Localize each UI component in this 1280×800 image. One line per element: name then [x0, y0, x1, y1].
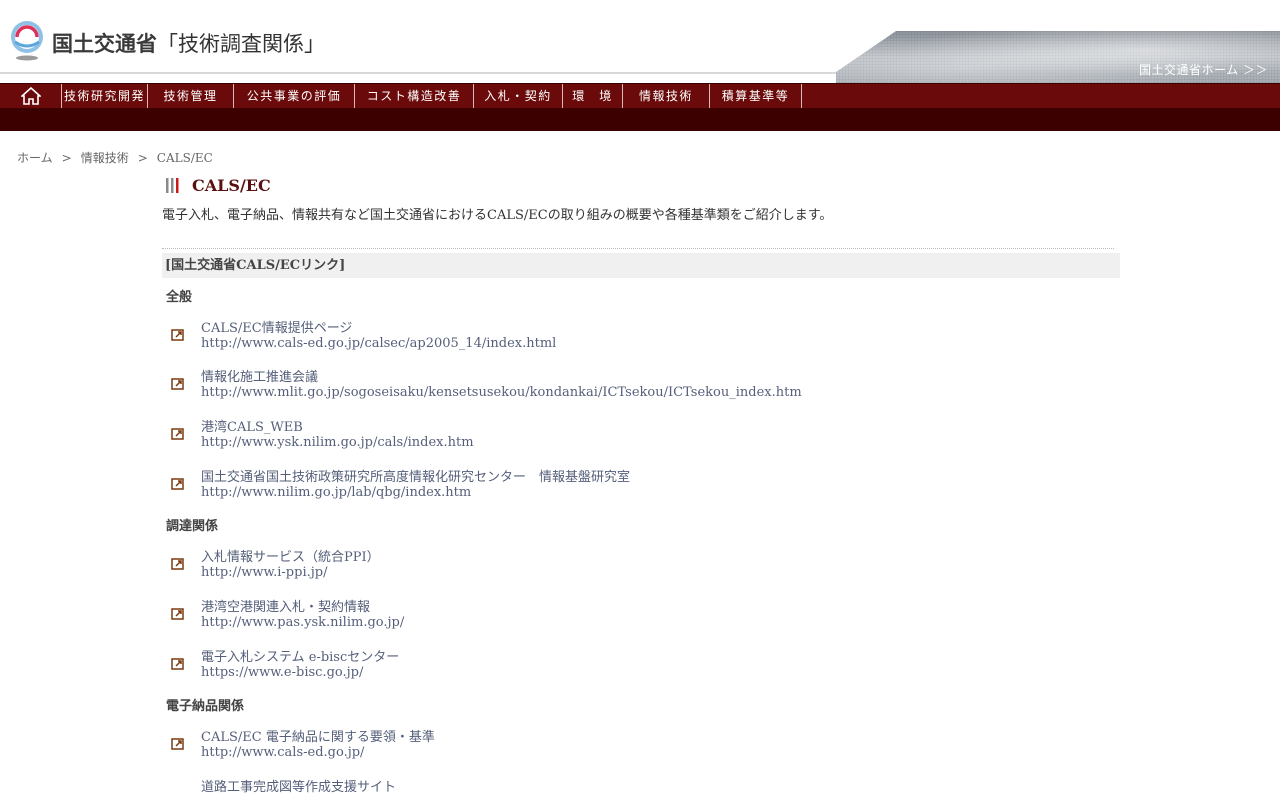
link-item: 港湾CALS_WEB http://www.ysk.nilim.go.jp/ca… — [170, 416, 1070, 456]
external-link-icon — [171, 738, 184, 750]
nav-item-bidding-contract[interactable]: 入札・契約 — [474, 84, 563, 108]
nav-item-environment[interactable]: 環 境 — [563, 84, 623, 108]
page-intro: 電子入札、電子納品、情報共有など国土交通省におけるCALS/ECの取り組みの概要… — [162, 208, 833, 223]
link-url[interactable]: http://www.cals-ed.go.jp/ — [201, 745, 364, 760]
link-url[interactable]: http://www.nilim.go.jp/lab/qbg/index.htm — [201, 485, 471, 500]
group-heading-general: 全般 — [166, 290, 193, 305]
link-title[interactable]: 電子入札システム e-biscセンター — [201, 646, 399, 665]
nav-item-public-works-evaluation[interactable]: 公共事業の評価 — [234, 84, 355, 108]
section-heading: [国土交通省CALS/ECリンク] — [162, 253, 1120, 278]
link-url[interactable]: https://www.e-bisc.go.jp/ — [201, 665, 363, 680]
group-heading-e-delivery: 電子納品関係 — [166, 699, 245, 714]
divider — [162, 248, 1114, 249]
global-nav: 技術研究開発 技術管理 公共事業の評価 コスト構造改善 入札・契約 環 境 情報… — [0, 83, 1280, 108]
breadcrumb-separator: > — [61, 151, 72, 165]
breadcrumb: ホーム > 情報技術 > CALS/EC — [17, 149, 213, 166]
link-title[interactable]: CALS/EC情報提供ページ — [201, 317, 352, 336]
link-url[interactable]: http://www.ysk.nilim.go.jp/cals/index.ht… — [201, 435, 474, 450]
title-bars-icon — [166, 178, 179, 193]
link-title[interactable]: 港湾CALS_WEB — [201, 416, 303, 435]
site-title[interactable]: 国土交通省「技術調査関係」 — [52, 28, 325, 58]
link-item: CALS/EC 電子納品に関する要領・基準 http://www.cals-ed… — [170, 726, 1070, 766]
nav-home-button[interactable] — [0, 84, 62, 108]
external-link-icon — [171, 658, 184, 670]
home-icon — [21, 87, 41, 105]
link-title[interactable]: 道路工事完成図等作成支援サイト — [201, 776, 396, 795]
group-heading-procurement: 調達関係 — [166, 519, 219, 534]
link-title[interactable]: 港湾空港関連入札・契約情報 — [201, 596, 370, 615]
link-url[interactable]: http://www.pas.ysk.nilim.go.jp/ — [201, 615, 404, 630]
nav-item-estimation-standards[interactable]: 積算基準等 — [710, 84, 802, 108]
link-item: 港湾空港関連入札・契約情報 http://www.pas.ysk.nilim.g… — [170, 596, 1070, 636]
link-title[interactable]: 国土交通省国土技術政策研究所高度情報化研究センター 情報基盤研究室 — [201, 466, 630, 485]
link-item: 国土交通省国土技術政策研究所高度情報化研究センター 情報基盤研究室 http:/… — [170, 466, 1070, 506]
link-item: 入札情報サービス（統合PPI） http://www.i-ppi.jp/ — [170, 546, 1070, 586]
sub-nav-bar — [0, 108, 1280, 131]
link-title[interactable]: 入札情報サービス（統合PPI） — [201, 546, 380, 565]
mlit-home-link[interactable]: 国土交通省ホーム ＞＞ — [1139, 61, 1268, 78]
link-url[interactable]: http://www.mlit.go.jp/sogoseisaku/kenset… — [201, 385, 802, 400]
page-title: CALS/EC — [192, 176, 271, 195]
mlit-logo-icon[interactable] — [9, 20, 45, 62]
nav-item-information-technology[interactable]: 情報技術 — [623, 84, 710, 108]
link-title[interactable]: CALS/EC 電子納品に関する要領・基準 — [201, 726, 435, 745]
link-item: 情報化施工推進会議 http://www.mlit.go.jp/sogoseis… — [170, 366, 1070, 406]
nav-item-research[interactable]: 技術研究開発 — [62, 84, 148, 108]
link-title[interactable]: 情報化施工推進会議 — [201, 366, 318, 385]
external-link-icon — [171, 608, 184, 620]
breadcrumb-current: CALS/EC — [156, 151, 213, 165]
external-link-icon — [171, 558, 184, 570]
link-item: 道路工事完成図等作成支援サイト — [170, 776, 1070, 800]
external-link-icon — [171, 428, 184, 440]
breadcrumb-parent-link[interactable]: 情報技術 — [81, 151, 129, 165]
link-item: CALS/EC情報提供ページ http://www.cals-ed.go.jp/… — [170, 317, 1070, 357]
nav-item-cost-reform[interactable]: コスト構造改善 — [355, 84, 474, 108]
external-link-icon — [171, 329, 184, 341]
link-url[interactable]: http://www.cals-ed.go.jp/calsec/ap2005_1… — [201, 336, 556, 351]
external-link-icon — [171, 478, 184, 490]
nav-item-tech-management[interactable]: 技術管理 — [148, 84, 234, 108]
site-title-main: 国土交通省 — [52, 32, 157, 56]
site-title-sub: 「技術調査関係」 — [157, 32, 325, 56]
link-url[interactable]: http://www.i-ppi.jp/ — [201, 565, 327, 580]
breadcrumb-home-link[interactable]: ホーム — [17, 151, 53, 165]
link-item: 電子入札システム e-biscセンター https://www.e-bisc.g… — [170, 646, 1070, 686]
external-link-icon — [171, 378, 184, 390]
breadcrumb-separator: > — [137, 151, 148, 165]
site-header: 国土交通省「技術調査関係」 国土交通省ホーム ＞＞ — [0, 0, 1280, 83]
